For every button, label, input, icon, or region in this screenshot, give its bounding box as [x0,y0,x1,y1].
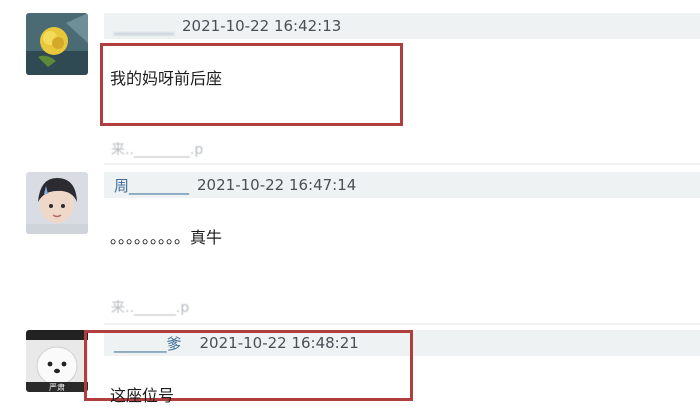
comment-meta-bar: 周________ 2021-10-22 16:47:14 [104,172,700,198]
timestamp: 2021-10-22 16:42:13 [182,17,342,35]
divider [104,323,700,325]
comment-text: 这座位号 [110,386,175,405]
avatar[interactable]: 严肃 [26,330,88,392]
avatar[interactable] [26,172,88,234]
username-link[interactable]: ________ [114,17,174,35]
avatar-caption: 严肃 [49,382,65,392]
comment-text: 我的妈呀前后座 [110,69,223,88]
timestamp: 2021-10-22 16:47:14 [197,176,357,194]
username-link[interactable]: 周________ [114,175,189,196]
comment-text: 。。。。。。。。。真牛 [110,228,223,247]
comment-meta-bar: ________ 2021-10-22 16:42:13 [104,13,700,39]
comment-source: 来..______.p [111,300,190,316]
avatar[interactable] [26,13,88,75]
comment-source: 来..________.p [111,142,204,158]
divider [104,163,700,165]
